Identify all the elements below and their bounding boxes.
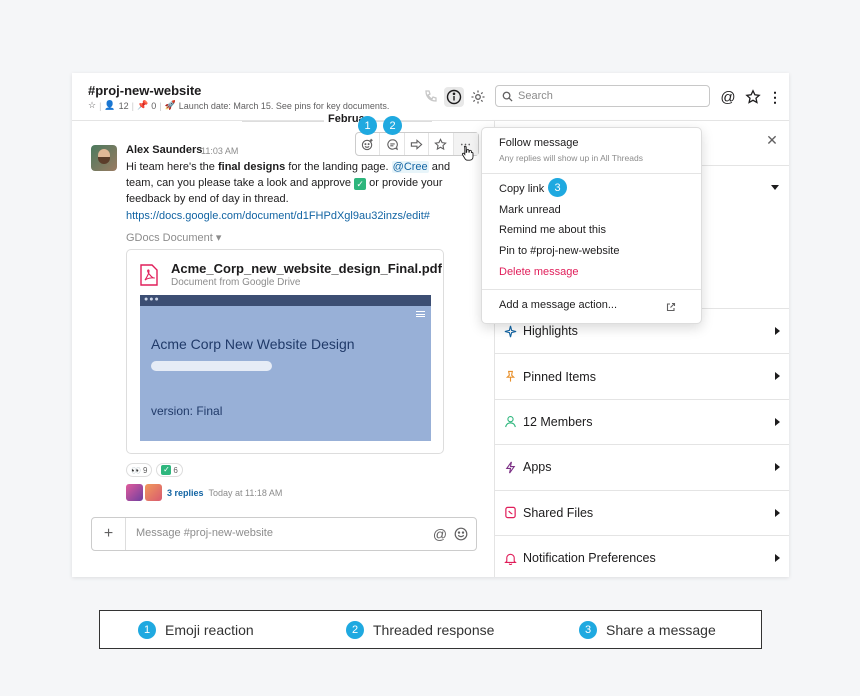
bell-icon [503, 551, 517, 565]
file-source: Document from Google Drive [171, 277, 301, 288]
menu-item-pin[interactable]: Pin to #proj-new-website [499, 245, 619, 257]
check-emoji: ✓ [354, 178, 367, 190]
add-attachment-button[interactable]: + [92, 518, 126, 550]
legend-item-share-message: 3 Share a message [579, 621, 716, 639]
gear-icon[interactable] [468, 87, 488, 107]
chevron-right-icon [775, 372, 780, 381]
message-composer[interactable]: + Message #proj-new-website @ [91, 517, 477, 551]
details-item-apps[interactable]: Apps [495, 444, 789, 489]
pin-icon [503, 370, 517, 384]
follow-description: Any replies will show up in All Threads [499, 153, 643, 163]
callout-badge-1: 1 [358, 116, 377, 135]
hamburger-icon [416, 311, 425, 317]
eyes-emoji: 👀 [131, 465, 141, 475]
phone-icon[interactable] [421, 87, 441, 107]
chevron-right-icon [775, 463, 780, 472]
star-icon [434, 137, 448, 150]
share-message-button[interactable] [405, 133, 430, 155]
chevron-right-icon [775, 553, 780, 562]
channel-header: #proj-new-website ☆ | 👤 12 | 📌 0 | 🚀 Lau… [72, 73, 789, 121]
emoji-icon[interactable] [453, 526, 469, 542]
preview-title: Acme Corp New Website Design [151, 336, 355, 352]
menu-item-delete[interactable]: Delete message [499, 266, 579, 278]
details-item-files[interactable]: Shared Files [495, 489, 789, 535]
file-name[interactable]: Acme_Corp_new_website_design_Final.pdf [171, 261, 442, 276]
rocket-icon: 🚀 [164, 100, 176, 110]
chevron-right-icon [775, 327, 780, 335]
message-input[interactable]: Message #proj-new-website [136, 527, 273, 539]
avatar [126, 484, 143, 501]
callout-badge-2: 2 [383, 116, 402, 135]
gdocs-label[interactable]: GDocs Document ▾ [126, 231, 221, 244]
message-text: Hi team here's the final designs for the… [126, 161, 451, 205]
reaction-eyes[interactable]: 👀 9 [126, 463, 153, 477]
members-count[interactable]: 12 [119, 101, 129, 111]
search-icon [502, 91, 513, 102]
pin-icon: 📌 [137, 100, 149, 110]
pins-count[interactable]: 0 [151, 101, 156, 111]
thread-icon [386, 138, 398, 150]
mention-icon[interactable]: @ [432, 526, 448, 542]
message-author[interactable]: Alex Saunders [126, 144, 202, 156]
hand-cursor-icon [461, 145, 474, 161]
replies-link[interactable]: 3 replies [167, 488, 204, 498]
menu-item-remind[interactable]: Remind me about this [499, 224, 606, 236]
menu-item-add-action[interactable]: Add a message action... [499, 299, 617, 311]
search-input[interactable]: Search [495, 85, 710, 107]
message-link[interactable]: https://docs.google.com/document/d1FHPdX… [126, 210, 430, 222]
star-icon[interactable]: ☆ [88, 100, 96, 111]
avatar[interactable] [91, 145, 117, 171]
bolt-icon [503, 460, 517, 474]
sparkle-icon [503, 324, 517, 338]
person-icon [503, 415, 517, 429]
menu-item-follow[interactable]: Follow message [499, 137, 578, 149]
details-item-pinned[interactable]: Pinned Items [495, 353, 789, 398]
pdf-icon [140, 264, 158, 286]
external-link-icon [666, 302, 676, 312]
legend-item-emoji-reaction: 1 Emoji reaction [138, 621, 254, 639]
info-icon[interactable] [444, 87, 464, 107]
legend-item-threaded-response: 2 Threaded response [346, 621, 494, 639]
share-arrow-icon [410, 138, 423, 150]
avatar [145, 484, 162, 501]
channel-topic[interactable]: Launch date: March 15. See pins for key … [179, 101, 390, 111]
chevron-down-icon[interactable] [771, 185, 779, 190]
star-icon[interactable] [743, 87, 763, 107]
chevron-right-icon [775, 417, 780, 426]
file-icon [503, 506, 517, 520]
close-icon[interactable]: ✕ [765, 133, 779, 147]
menu-item-mark-unread[interactable]: Mark unread [499, 204, 561, 216]
start-thread-button[interactable] [380, 133, 405, 155]
reactions: 👀 9 ✓ 6 [126, 463, 183, 477]
mentions-icon[interactable]: @ [718, 87, 738, 107]
reply-time: Today at 11:18 AM [208, 487, 283, 498]
details-item-notifications[interactable]: Notification Preferences [495, 534, 789, 577]
members-icon: 👤 [104, 100, 116, 110]
document-preview[interactable]: ●●● Acme Corp New Website Design version… [140, 295, 431, 441]
emoji-add-icon [362, 138, 373, 150]
preview-placeholder-bar [151, 361, 272, 371]
details-list: Highlights Pinned Items 12 Members Apps [495, 308, 789, 577]
chevron-right-icon [775, 508, 780, 517]
more-vertical-icon[interactable]: ⋮ [765, 87, 785, 107]
reaction-check[interactable]: ✓ 6 [156, 463, 183, 477]
preview-version: version: Final [151, 404, 223, 418]
channel-meta: ☆ | 👤 12 | 📌 0 | 🚀 Launch date: March 15… [88, 100, 390, 111]
message-pane: Februa Alex Saunders 11:03 AM Hi team he… [72, 113, 494, 577]
message-actions-menu: Follow message Any replies will show up … [481, 127, 702, 324]
user-mention[interactable]: @Cree [391, 161, 429, 173]
add-reaction-button[interactable] [356, 133, 381, 155]
thread-summary[interactable]: 3 replies Today at 11:18 AM [126, 484, 282, 501]
message-time[interactable]: 11:03 AM [201, 146, 238, 156]
check-emoji: ✓ [161, 465, 172, 475]
channel-name[interactable]: #proj-new-website [88, 83, 201, 98]
file-attachment[interactable]: Acme_Corp_new_website_design_Final.pdf D… [126, 249, 444, 454]
menu-item-copy-link[interactable]: Copy link [499, 183, 544, 195]
callout-badge-3: 3 [548, 178, 567, 197]
details-item-members[interactable]: 12 Members [495, 398, 789, 444]
callout-legend: 1 Emoji reaction 2 Threaded response 3 S… [99, 610, 762, 649]
save-message-button[interactable] [429, 133, 454, 155]
